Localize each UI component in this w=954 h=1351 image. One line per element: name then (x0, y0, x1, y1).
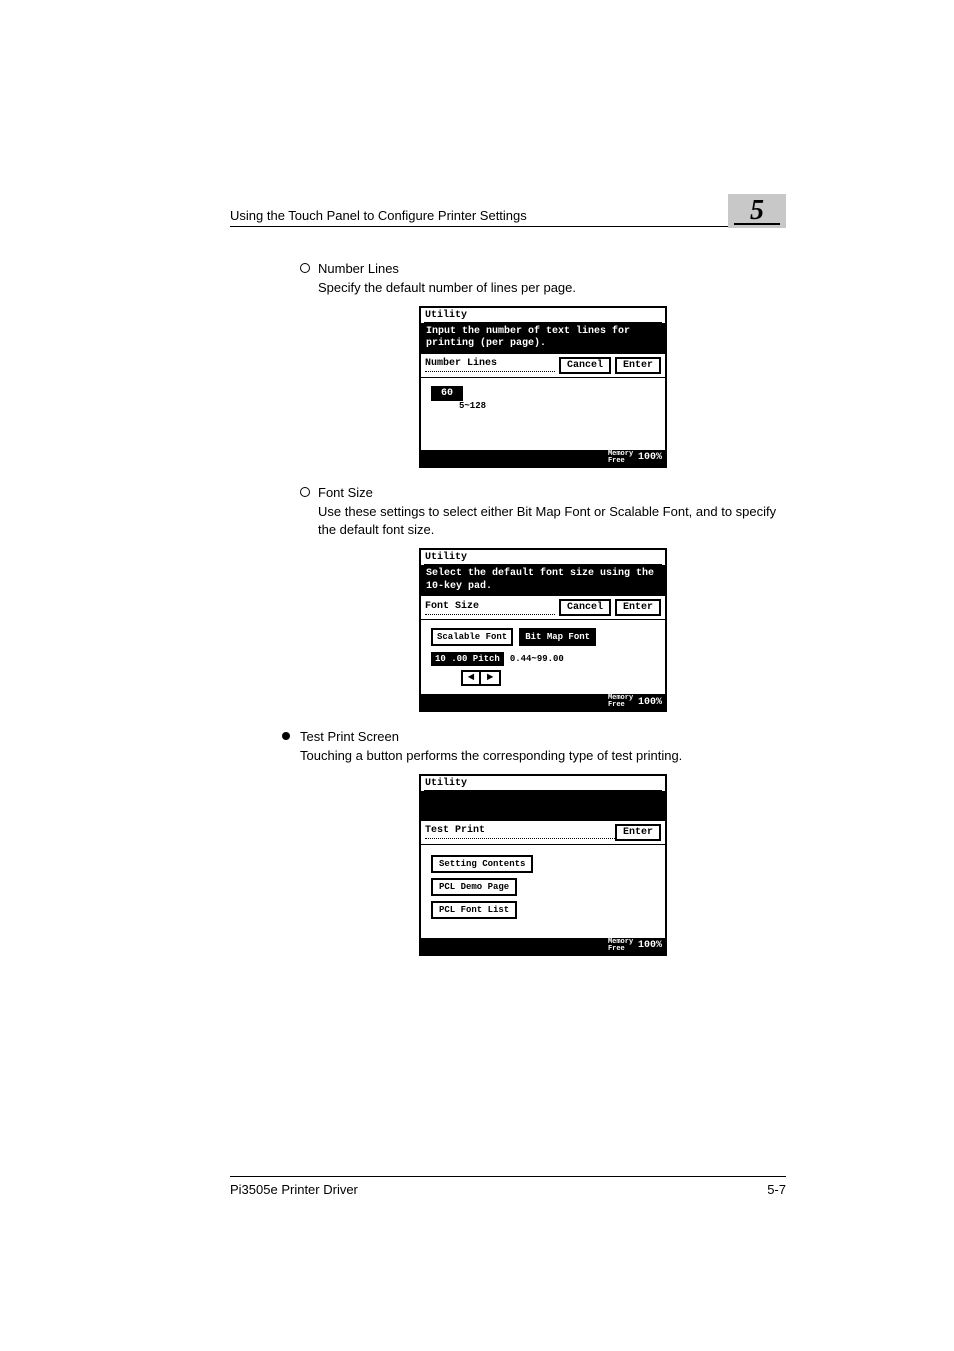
item-title: Number Lines (318, 260, 399, 279)
footer-page-number: 5-7 (767, 1182, 786, 1197)
chapter-number: 5 (750, 195, 764, 226)
panel-container: Utility Input the number of text lines f… (300, 306, 786, 468)
panel-body: Setting Contents PCL Demo Page PCL Font … (421, 845, 665, 938)
bitmap-font-option[interactable]: Bit Map Font (519, 628, 596, 646)
panel-title: Utility (421, 550, 665, 564)
panel-footer: Memory Free 100% (421, 938, 665, 954)
footer-product-name: Pi3505e Printer Driver (230, 1182, 358, 1197)
arrow-left-button[interactable]: ◄ (461, 670, 481, 686)
pcl-demo-page-button[interactable]: PCL Demo Page (431, 878, 517, 896)
panel-title: Utility (421, 308, 665, 322)
utility-panel-font-size: Utility Select the default font size usi… (419, 548, 667, 712)
dotted-underline (425, 371, 555, 372)
cancel-button[interactable]: Cancel (559, 357, 611, 374)
item-description: Touching a button performs the correspon… (300, 747, 786, 766)
panel-subheader-row: Test Print Enter (421, 821, 665, 845)
list-item: Number Lines Specify the default number … (300, 260, 786, 468)
panel-sublabel-text: Font Size (425, 601, 479, 612)
dotted-underline (425, 838, 615, 839)
item-title: Font Size (318, 484, 373, 503)
utility-panel-number-lines: Utility Input the number of text lines f… (419, 306, 667, 468)
panel-sublabel: Number Lines (425, 358, 555, 372)
item-title: Test Print Screen (300, 728, 399, 747)
panel-sublabel: Test Print (425, 825, 615, 839)
panel-container: Utility Test Print Enter Setting Content… (300, 774, 786, 956)
panel-footer: Memory Free 100% (421, 694, 665, 710)
content-area: Number Lines Specify the default number … (300, 260, 786, 972)
memory-free-label: Memory Free (608, 451, 633, 465)
panel-instruction: Input the number of text lines for print… (421, 323, 665, 354)
panel-body: Scalable Font Bit Map Font 10 .00 Pitch … (421, 620, 665, 694)
panel-subheader-row: Font Size Cancel Enter (421, 596, 665, 620)
memory-free-label: Memory Free (608, 939, 633, 953)
panel-footer: Memory Free 100% (421, 450, 665, 466)
item-heading-row: Font Size (300, 484, 786, 503)
memory-free-label: Memory Free (608, 695, 633, 709)
pitch-value[interactable]: 10 .00 Pitch (431, 652, 504, 666)
footer-rule (230, 1176, 786, 1177)
panel-instruction: Select the default font size using the 1… (421, 565, 665, 596)
running-header: Using the Touch Panel to Configure Print… (230, 208, 527, 223)
item-heading-row: Test Print Screen (282, 728, 786, 747)
solid-bullet-icon (282, 732, 290, 740)
panel-sublabel: Font Size (425, 601, 555, 615)
hollow-bullet-icon (300, 487, 310, 497)
dotted-underline (425, 614, 555, 615)
panel-sublabel-text: Test Print (425, 825, 485, 836)
enter-button[interactable]: Enter (615, 599, 661, 616)
chapter-number-box: 5 (728, 194, 786, 228)
setting-contents-button[interactable]: Setting Contents (431, 855, 533, 873)
scalable-font-option[interactable]: Scalable Font (431, 628, 513, 646)
number-lines-range: 5~128 (459, 401, 655, 411)
arrow-buttons: ◄ ► (461, 670, 655, 686)
list-item: Font Size Use these settings to select e… (300, 484, 786, 713)
memory-free-value: 100% (638, 940, 662, 951)
chapter-underline (734, 223, 780, 225)
memory-free-value: 100% (638, 452, 662, 463)
memory-free-value: 100% (638, 697, 662, 708)
arrow-right-button[interactable]: ► (481, 670, 501, 686)
enter-button[interactable]: Enter (615, 357, 661, 374)
pcl-font-list-button[interactable]: PCL Font List (431, 901, 517, 919)
panel-container: Utility Select the default font size usi… (300, 548, 786, 712)
cancel-button[interactable]: Cancel (559, 599, 611, 616)
panel-body: 60 5~128 (421, 378, 665, 450)
panel-instruction-blank (421, 791, 665, 821)
panel-title: Utility (421, 776, 665, 790)
page: Using the Touch Panel to Configure Print… (0, 0, 954, 1351)
font-option-row: Scalable Font Bit Map Font (431, 628, 655, 646)
item-description: Specify the default number of lines per … (318, 279, 786, 298)
utility-panel-test-print: Utility Test Print Enter Setting Content… (419, 774, 667, 956)
pitch-row: 10 .00 Pitch 0.44~99.00 (431, 652, 655, 666)
enter-button[interactable]: Enter (615, 824, 661, 841)
pitch-range: 0.44~99.00 (510, 654, 564, 664)
list-item: Test Print Screen Touching a button perf… (282, 728, 786, 956)
panel-subheader-row: Number Lines Cancel Enter (421, 354, 665, 378)
number-lines-value[interactable]: 60 (431, 386, 463, 401)
panel-sublabel-text: Number Lines (425, 358, 497, 369)
hollow-bullet-icon (300, 263, 310, 273)
header-rule (230, 226, 786, 227)
item-heading-row: Number Lines (300, 260, 786, 279)
item-description: Use these settings to select either Bit … (318, 503, 786, 541)
